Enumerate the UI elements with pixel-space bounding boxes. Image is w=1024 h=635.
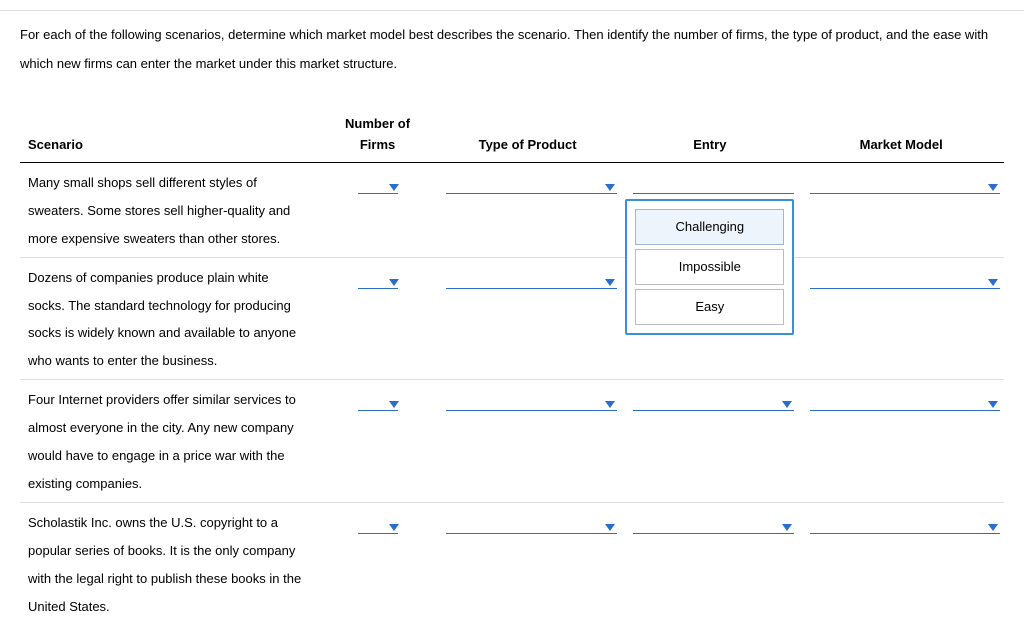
- firms-dropdown[interactable]: [358, 268, 398, 289]
- question-instructions: For each of the following scenarios, det…: [20, 21, 1004, 78]
- entry-dropdown[interactable]: [633, 390, 794, 411]
- table-row: Scholastik Inc. owns the U.S. copyright …: [20, 503, 1004, 625]
- col-entry: Entry: [621, 114, 798, 162]
- scenario-text: Many small shops sell different styles o…: [20, 162, 321, 257]
- dropdown-option-easy[interactable]: Easy: [635, 289, 784, 325]
- chevron-down-icon: [605, 524, 615, 531]
- model-dropdown[interactable]: [810, 173, 1000, 194]
- product-dropdown[interactable]: [446, 268, 617, 289]
- product-dropdown[interactable]: [446, 173, 617, 194]
- model-dropdown[interactable]: [810, 268, 1000, 289]
- chevron-down-icon: [389, 279, 399, 286]
- product-dropdown[interactable]: [446, 390, 617, 411]
- chevron-down-icon: [782, 401, 792, 408]
- chevron-down-icon: [389, 184, 399, 191]
- col-firms: Number of Firms: [321, 114, 434, 162]
- chevron-down-icon: [988, 184, 998, 191]
- table-row: Many small shops sell different styles o…: [20, 162, 1004, 257]
- chevron-down-icon: [988, 401, 998, 408]
- scenario-text: Scholastik Inc. owns the U.S. copyright …: [20, 503, 321, 625]
- col-product: Type of Product: [434, 114, 621, 162]
- model-dropdown[interactable]: [810, 390, 1000, 411]
- chevron-down-icon: [988, 279, 998, 286]
- table-row: Four Internet providers offer similar se…: [20, 380, 1004, 503]
- chevron-down-icon: [605, 184, 615, 191]
- model-dropdown[interactable]: [810, 513, 1000, 534]
- chevron-down-icon: [782, 524, 792, 531]
- chevron-down-icon: [605, 401, 615, 408]
- entry-dropdown[interactable]: [633, 513, 794, 534]
- col-model: Market Model: [798, 114, 1004, 162]
- firms-dropdown[interactable]: [358, 390, 398, 411]
- scenario-text: Four Internet providers offer similar se…: [20, 380, 321, 503]
- product-dropdown[interactable]: [446, 513, 617, 534]
- chevron-down-icon: [988, 524, 998, 531]
- entry-dropdown[interactable]: [633, 173, 794, 194]
- dropdown-option-impossible[interactable]: Impossible: [635, 249, 784, 285]
- firms-dropdown[interactable]: [358, 513, 398, 534]
- chevron-down-icon: [605, 279, 615, 286]
- scenario-table: Scenario Number of Firms Type of Product…: [20, 114, 1004, 625]
- chevron-down-icon: [389, 524, 399, 531]
- scenario-text: Dozens of companies produce plain white …: [20, 257, 321, 380]
- col-scenario: Scenario: [20, 114, 321, 162]
- dropdown-option-challenging[interactable]: Challenging: [635, 209, 784, 245]
- chevron-down-icon: [389, 401, 399, 408]
- entry-dropdown-menu: Challenging Impossible Easy: [625, 199, 794, 335]
- firms-dropdown[interactable]: [358, 173, 398, 194]
- table-row: Dozens of companies produce plain white …: [20, 257, 1004, 380]
